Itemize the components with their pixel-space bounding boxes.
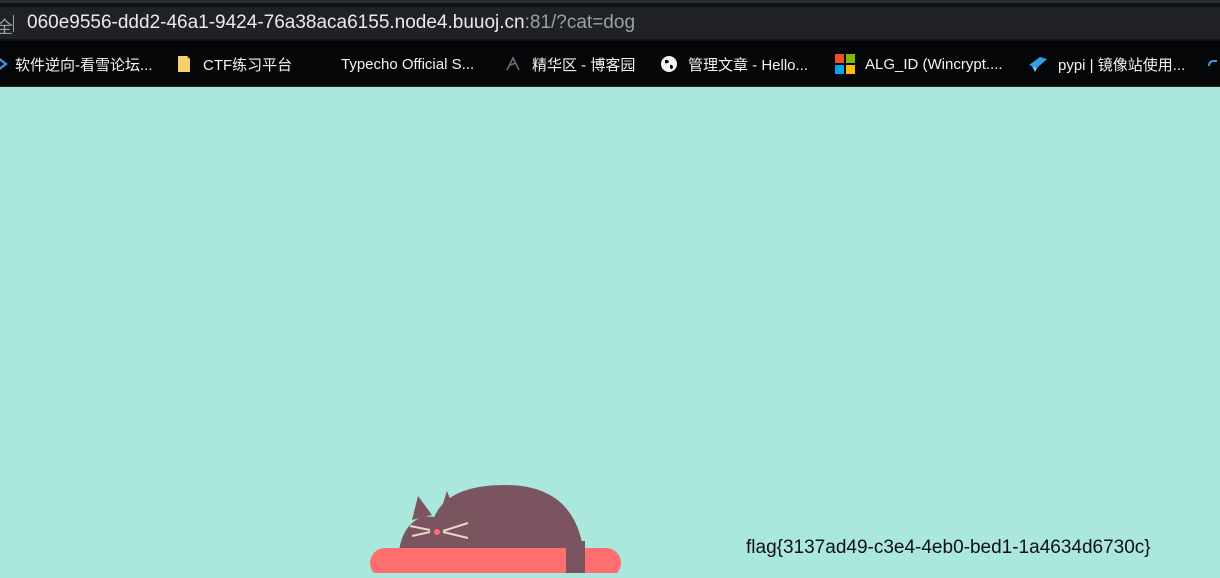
bookmark-label: 管理文章 - Hello... [688,56,809,74]
typecho-icon [313,55,331,73]
url-host: 060e9556-ddd2-46a1-9424-76a38aca6155.nod… [27,12,525,33]
cat-tail-front [566,547,585,573]
bookmark-label: Typecho Official S... [341,55,475,73]
globe-icon [660,55,678,73]
bookmark-typecho[interactable]: Typecho Official S... [313,41,475,86]
cat-ear-left [412,496,432,520]
address-bar-container: 全 060e9556-ddd2-46a1-9424-76a38aca6155.n… [0,0,1220,41]
bookmark-cnblogs[interactable]: 精华区 - 博客园 [504,41,636,86]
sleeping-cat-illustration [360,485,630,578]
url-path-query: :81/?cat=dog [524,12,636,33]
bookmark-label: pypi | 镜像站使用... [1058,56,1186,74]
bookmark-label: CTF练习平台 [203,56,293,74]
folder-icon [175,55,193,73]
bookmark-kanxue[interactable]: 软件逆向-看雪论坛... [0,41,153,86]
pypi-icon [1028,55,1048,73]
page-content: flag{3137ad49-c3e4-4eb0-bed1-1a4634d6730… [0,87,1220,578]
link-icon [1206,55,1220,73]
flag-text: flag{3137ad49-c3e4-4eb0-bed1-1a4634d6730… [746,537,1151,558]
security-indicator-icon[interactable]: 全 [0,13,13,38]
bookmark-alg-id[interactable]: ALG_ID (Wincrypt.... [835,41,1003,86]
bookmark-ctf-platform[interactable]: CTF练习平台 [175,41,293,86]
url-field[interactable]: 060e9556-ddd2-46a1-9424-76a38aca6155.nod… [27,12,635,34]
bookmark-overflow-partial[interactable] [1206,41,1220,86]
omnibox[interactable]: 全 060e9556-ddd2-46a1-9424-76a38aca6155.n… [0,7,1220,39]
omnibox-separator [13,15,14,32]
bookmark-label: 软件逆向-看雪论坛... [15,56,153,74]
bookmarks-bar: 软件逆向-看雪论坛... CTF练习平台 Typecho Official S.… [0,41,1220,87]
bookmark-manage-articles[interactable]: 管理文章 - Hello... [660,41,809,86]
kanxue-icon [0,55,8,73]
bookmark-label: ALG_ID (Wincrypt.... [865,55,1003,73]
bookmark-pypi-mirror[interactable]: pypi | 镜像站使用... [1028,41,1186,86]
cat-nose [434,529,440,535]
microsoft-icon [835,54,855,74]
cnblogs-icon [504,55,522,73]
bookmark-label: 精华区 - 博客园 [532,56,636,74]
